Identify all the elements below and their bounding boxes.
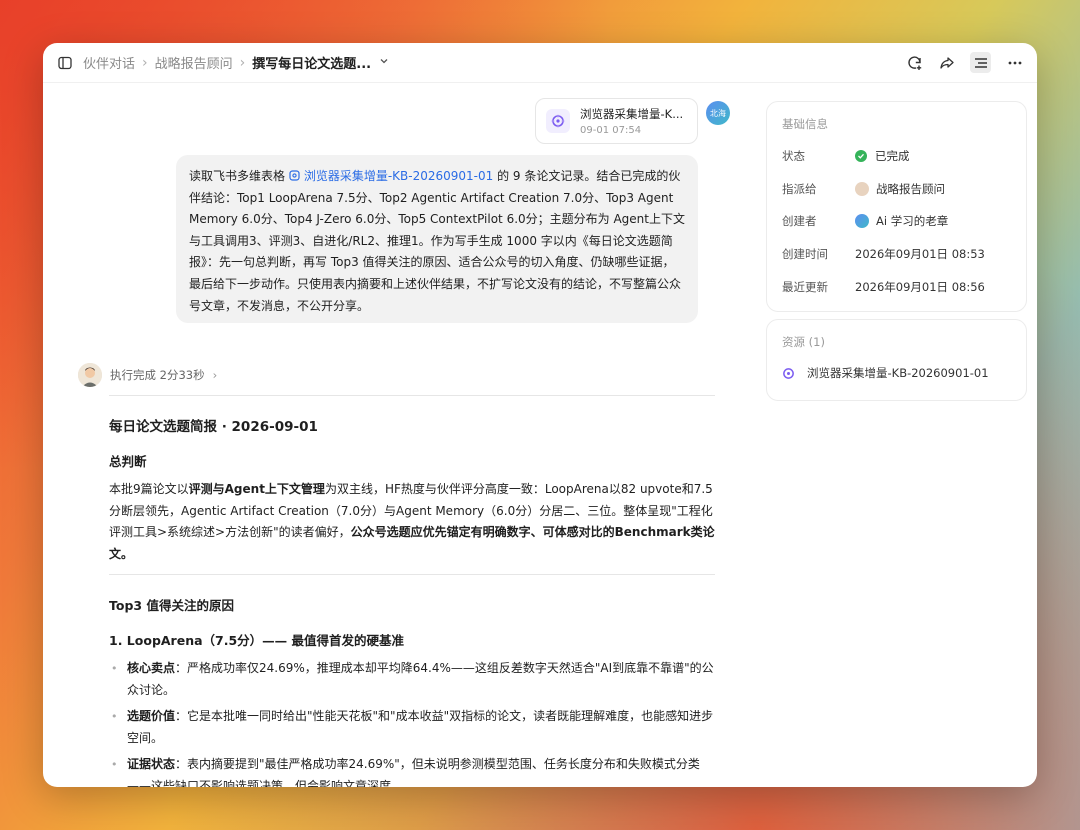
info-key: 状态 xyxy=(782,149,805,164)
user-avatar: 北海 xyxy=(706,101,730,125)
info-value: 2026年09月01日 08:53 xyxy=(855,247,985,262)
info-key: 创建时间 xyxy=(782,247,828,262)
list-item: 核心卖点：严格成功率仅24.69%，推理成本却平均降64.4%——这组反差数字天… xyxy=(109,658,715,701)
resources-panel: 资源 (1) 浏览器采集增量-KB-20260901-01 xyxy=(766,319,1027,401)
resource-item[interactable]: 浏览器采集增量-KB-20260901-01 xyxy=(782,365,1011,381)
chevron-right-icon: › xyxy=(142,54,148,71)
check-circle-icon xyxy=(855,150,867,163)
message-prefix: 读取飞书多维表格 xyxy=(189,169,289,183)
execution-label: 执行完成 2分33秒 xyxy=(110,368,205,382)
breadcrumb: 伙伴对话 › 战略报告顾问 › 撰写每日论文选题... xyxy=(83,53,389,72)
list-item: 证据状态：表内摘要提到"最佳严格成功率24.69%"，但未说明参测模型范围、任务… xyxy=(109,754,715,787)
info-row-creator: 创建者 Ai 学习的老章 xyxy=(782,205,1011,238)
item-heading-looparena: 1. LoopArena（7.5分）—— 最值得首发的硬基准 xyxy=(109,633,405,648)
refresh-add-icon[interactable] xyxy=(906,54,923,71)
app-window: 伙伴对话 › 战略报告顾问 › 撰写每日论文选题... 浏览器采集增量-K...… xyxy=(43,43,1037,787)
info-panel: 基础信息 状态 已完成 指派给 战略报告顾问 创建者 Ai 学习的老章 创建时间… xyxy=(766,101,1027,312)
info-value: 已完成 xyxy=(855,148,910,164)
info-key: 最近更新 xyxy=(782,279,828,294)
attachment-name: 浏览器采集增量-K... xyxy=(580,107,684,121)
attachment-time: 09-01 07:54 xyxy=(580,125,642,136)
agent-avatar xyxy=(78,363,102,387)
report-document: 每日论文选题简报 · 2026-09-01 总判断 本批9篇论文以评测与Agen… xyxy=(109,415,715,565)
resource-name: 浏览器采集增量-KB-20260901-01 xyxy=(807,366,989,380)
more-icon[interactable] xyxy=(1006,54,1023,71)
info-key: 指派给 xyxy=(782,181,817,196)
breadcrumb-item-partner-chat[interactable]: 伙伴对话 xyxy=(83,53,135,72)
avatar xyxy=(855,214,869,229)
info-row-created: 创建时间 2026年09月01日 08:53 xyxy=(782,238,1011,271)
info-value[interactable]: 战略报告顾问 xyxy=(855,181,945,197)
resources-title: 资源 (1) xyxy=(782,335,825,349)
table-link-icon xyxy=(289,170,300,181)
info-row-assignee: 指派给 战略报告顾问 xyxy=(782,173,1011,206)
section-heading-top3: Top3 值得关注的原因 xyxy=(109,598,234,613)
info-rows: 状态 已完成 指派给 战略报告顾问 创建者 Ai 学习的老章 创建时间 2026… xyxy=(782,140,1011,303)
side-panel: 基础信息 状态 已完成 指派给 战略报告顾问 创建者 Ai 学习的老章 创建时间… xyxy=(766,101,1027,401)
top-bar: 伙伴对话 › 战略报告顾问 › 撰写每日论文选题... xyxy=(43,43,1037,83)
chevron-right-icon: › xyxy=(239,54,246,71)
chat-area: 浏览器采集增量-K... 09-01 07:54 北海 读取飞书多维表格 浏览器… xyxy=(43,83,753,787)
info-value[interactable]: Ai 学习的老章 xyxy=(855,213,948,229)
table-link-text: 浏览器采集增量-KB-20260901-01 xyxy=(303,169,494,183)
list-item: 选题价值：它是本批唯一同时给出"性能天花板"和"成本收益"双指标的论文，读者既能… xyxy=(109,706,715,749)
breadcrumb-item-advisor[interactable]: 战略报告顾问 xyxy=(155,53,233,72)
info-row-updated: 最近更新 2026年09月01日 08:56 xyxy=(782,270,1011,303)
info-key: 创建者 xyxy=(782,214,817,229)
chevron-down-icon[interactable] xyxy=(379,55,389,70)
info-row-status: 状态 已完成 xyxy=(782,140,1011,173)
table-app-icon xyxy=(546,109,570,133)
execution-status[interactable]: 执行完成 2分33秒 › xyxy=(78,363,217,387)
attachment-card[interactable]: 浏览器采集增量-K... 09-01 07:54 xyxy=(535,98,698,144)
section-heading-summary: 总判断 xyxy=(109,454,147,469)
sidebar-toggle-icon[interactable] xyxy=(57,55,73,71)
info-value: 2026年09月01日 08:56 xyxy=(855,279,985,294)
table-link[interactable]: 浏览器采集增量-KB-20260901-01 xyxy=(289,169,493,183)
report-document-section: Top3 值得关注的原因 1. LoopArena（7.5分）—— 最值得首发的… xyxy=(109,595,715,787)
divider xyxy=(109,574,715,575)
breadcrumb-item-current[interactable]: 撰写每日论文选题... xyxy=(252,53,371,72)
top-actions xyxy=(906,52,1023,73)
bullet-list: 核心卖点：严格成功率仅24.69%，推理成本却平均降64.4%——这组反差数字天… xyxy=(109,658,715,787)
avatar xyxy=(855,181,869,196)
panel-list-icon[interactable] xyxy=(970,52,991,73)
content: 浏览器采集增量-K... 09-01 07:54 北海 读取飞书多维表格 浏览器… xyxy=(43,83,1037,787)
message-body: 的 9 条论文记录。结合已完成的伙伴结论：Top1 LoopArena 7.5分… xyxy=(189,169,685,313)
user-message: 读取飞书多维表格 浏览器采集增量-KB-20260901-01 的 9 条论文记… xyxy=(176,155,698,323)
divider xyxy=(109,395,715,396)
share-icon[interactable] xyxy=(938,54,955,71)
info-panel-title: 基础信息 xyxy=(782,117,828,131)
summary-paragraph: 本批9篇论文以评测与Agent上下文管理为双主线，HF热度与伙伴评分高度一致：L… xyxy=(109,482,715,561)
chevron-right-icon: › xyxy=(212,368,218,382)
report-title: 每日论文选题简报 · 2026-09-01 xyxy=(109,419,318,435)
table-app-icon xyxy=(783,367,794,379)
